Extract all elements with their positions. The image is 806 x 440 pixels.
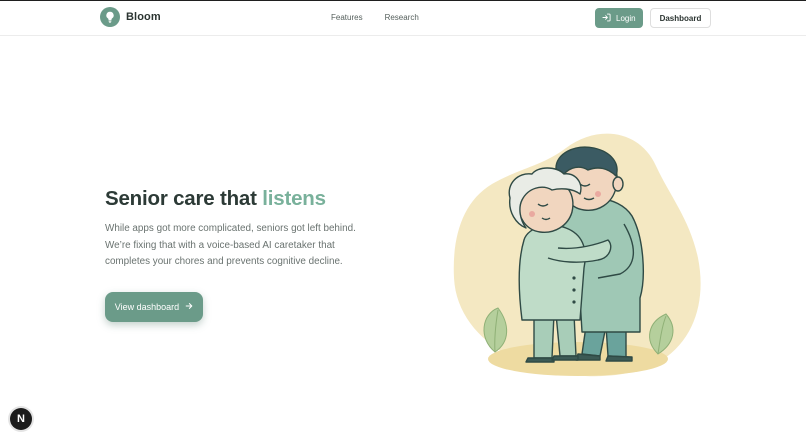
view-dashboard-button[interactable]: View dashboard (105, 292, 203, 322)
elderly-couple-hugging-illustration (453, 133, 701, 377)
dashboard-button[interactable]: Dashboard (649, 8, 712, 28)
hero-description-line: We’re fixing that with a voice-based AI … (105, 239, 335, 251)
hero-description-line: While apps got more complicated, seniors… (105, 223, 356, 234)
hero-description: While apps got more complicated, seniors… (105, 221, 390, 271)
login-label: Login (616, 13, 636, 23)
nav-actions: Login Dashboard (595, 8, 712, 28)
view-dashboard-label: View dashboard (114, 302, 180, 312)
dev-tools-badge[interactable]: N (10, 408, 32, 430)
nav-link-features[interactable]: Features (331, 13, 363, 22)
top-navbar: Bloom Features Research Login Dashboard (0, 1, 806, 36)
brand[interactable]: Bloom (100, 7, 161, 27)
hero-title-prefix: Senior care that (105, 187, 263, 210)
hero-title-accent: listens (262, 187, 326, 210)
brand-name: Bloom (126, 11, 161, 23)
arrow-right-icon (185, 302, 193, 312)
hero-description-line: completes your chores and prevents cogni… (105, 256, 343, 268)
login-button[interactable]: Login (595, 8, 643, 28)
hero-title: Senior care that listens (105, 187, 326, 211)
login-arrow-icon (602, 13, 611, 24)
nav-link-research[interactable]: Research (385, 13, 419, 22)
lightbulb-icon (100, 7, 120, 27)
main-nav: Features Research (331, 13, 419, 22)
